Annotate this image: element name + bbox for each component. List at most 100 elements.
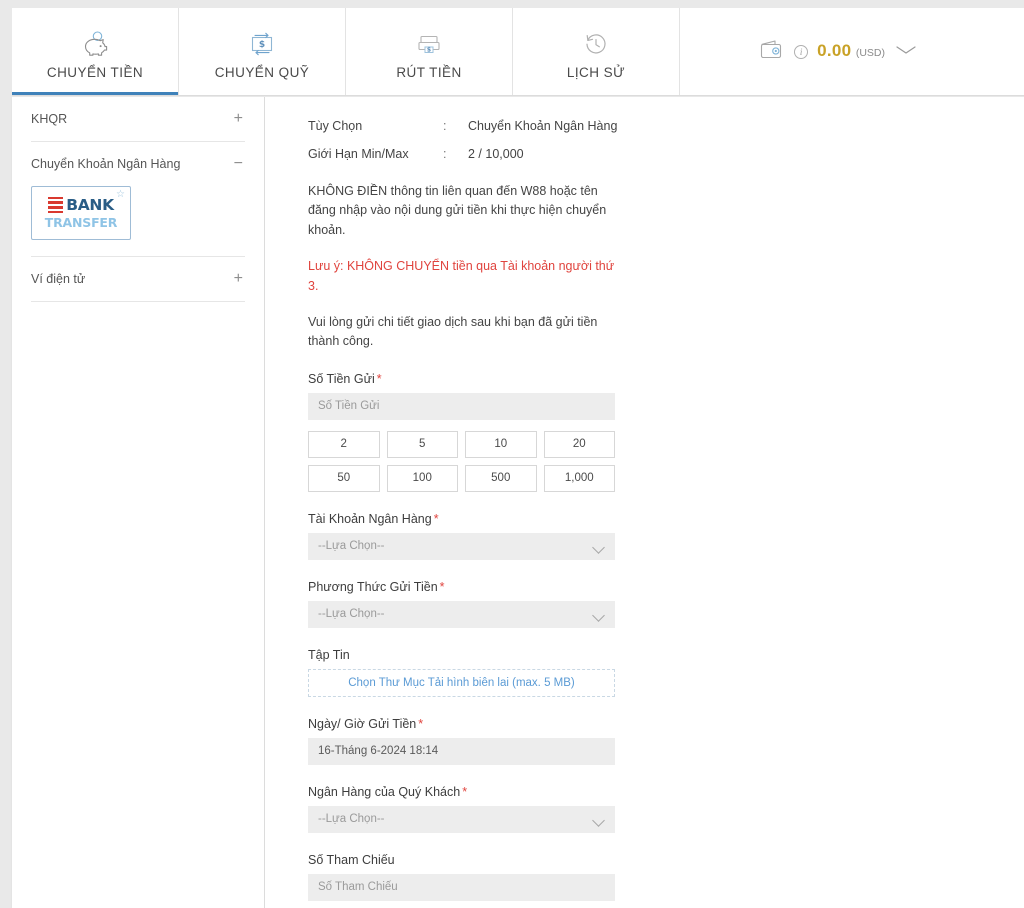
sidebar-item-khqr[interactable]: KHQR + (31, 97, 245, 141)
select-value: --Lựa Chọn-- (318, 608, 385, 621)
label-text: Phương Thức Gửi Tiền (308, 579, 438, 594)
field-bank-account: Tài Khoản Ngân Hàng * --Lựa Chọn-- (308, 512, 1024, 560)
field-reference-number: Số Tham Chiếu Số Tham Chiếu (308, 853, 1024, 901)
quick-amount-button[interactable]: 50 (308, 464, 380, 492)
balance-display: 0.00 (USD) (817, 42, 885, 61)
app-root: CHUYỂN TIỀN $ CHUYỂN QUỸ $ RÚT TIỀN LỊCH… (0, 0, 1024, 908)
field-customer-bank: Ngân Hàng của Quý Khách * --Lựa Chọn-- (308, 785, 1024, 833)
bank-account-select[interactable]: --Lựa Chọn-- (308, 532, 615, 560)
warning-text: Lưu ý: KHÔNG CHUYỂN tiền qua Tài khoản n… (308, 259, 615, 293)
chevron-down-icon (594, 611, 605, 617)
file-upload-button[interactable]: Chọn Thư Mục Tải hình biên lai (max. 5 M… (308, 668, 615, 697)
field-deposit-amount: Số Tiền Gửi * Số Tiền Gửi 2 5 10 20 50 10… (308, 372, 1024, 492)
atm-withdraw-icon: $ (415, 27, 443, 61)
content-panel: KHQR + Chuyển Khoản Ngân Hàng − ☆ BANK T… (12, 97, 1024, 908)
minus-icon[interactable]: − (234, 156, 245, 172)
bank-logo-top-row: BANK (48, 196, 114, 214)
deposit-amount-input[interactable]: Số Tiền Gửi (308, 392, 615, 420)
top-navigation-bar: CHUYỂN TIỀN $ CHUYỂN QUỸ $ RÚT TIỀN LỊCH… (12, 8, 1024, 96)
customer-bank-select[interactable]: --Lựa Chọn-- (308, 805, 615, 833)
note-text: Vui lòng gửi chi tiết giao dịch sau khi … (308, 314, 598, 349)
label-text: Số Tiền Gửi (308, 371, 375, 386)
deposit-datetime-input[interactable]: 16-Tháng 6-2024 18:14 (308, 737, 615, 765)
select-value: --Lựa Chọn-- (318, 813, 385, 826)
required-marker: * (462, 784, 468, 799)
transfer-funds-icon: $ (248, 27, 276, 61)
quick-amount-button[interactable]: 5 (386, 430, 458, 458)
field-label: Số Tham Chiếu (308, 853, 1024, 867)
field-label: Ngân Hàng của Quý Khách * (308, 785, 1024, 799)
required-marker: * (433, 511, 439, 526)
sidebar-item-label: Chuyển Khoản Ngân Hàng (31, 157, 181, 171)
tab-label: RÚT TIỀN (396, 65, 462, 80)
required-marker: * (376, 371, 382, 386)
label-text: Ngân Hàng của Quý Khách (308, 784, 461, 799)
bank-logo-transfer-text: TRANSFER (44, 215, 118, 230)
sidebar-group-ewallet: Ví điện tử + (31, 257, 245, 302)
notice-text: KHÔNG ĐIỀN thông tin liên quan đến W88 h… (308, 184, 607, 237)
quick-amount-button[interactable]: 10 (465, 430, 537, 458)
payment-methods-sidebar: KHQR + Chuyển Khoản Ngân Hàng − ☆ BANK T… (12, 97, 265, 908)
svg-text:$: $ (427, 46, 431, 53)
star-icon: ☆ (116, 189, 125, 200)
label-text: Ngày/ Giờ Gửi Tiền (308, 716, 417, 731)
sidebar-item-ewallet[interactable]: Ví điện tử + (31, 257, 245, 301)
label-text: Tập Tin (308, 647, 350, 662)
reference-number-input[interactable]: Số Tham Chiếu (308, 873, 615, 901)
quick-amount-button[interactable]: 2 (308, 430, 380, 458)
history-clock-icon (582, 27, 610, 61)
sidebar-item-bank-transfer[interactable]: Chuyển Khoản Ngân Hàng − (31, 142, 245, 186)
deposit-method-select[interactable]: --Lựa Chọn-- (308, 600, 615, 628)
label-text: Số Tham Chiếu (308, 852, 395, 867)
info-icon[interactable]: i (794, 44, 809, 59)
info-key: Tùy Chọn (308, 119, 363, 133)
chevron-down-icon[interactable] (894, 43, 918, 61)
tab-rut-tien[interactable]: $ RÚT TIỀN (346, 8, 513, 95)
info-colon: : (443, 147, 447, 161)
tab-chuyen-tien[interactable]: CHUYỂN TIỀN (12, 8, 179, 95)
select-value: --Lựa Chọn-- (318, 540, 385, 553)
info-row-limit: Giới Hạn Min/Max : 2 / 10,000 (308, 147, 1024, 161)
info-key: Giới Hạn Min/Max (308, 147, 409, 161)
tab-chuyen-quy[interactable]: $ CHUYỂN QUỸ (179, 8, 346, 95)
field-deposit-datetime: Ngày/ Giờ Gửi Tiền * 16-Tháng 6-2024 18:1… (308, 717, 1024, 765)
field-label: Số Tiền Gửi * (308, 372, 1024, 386)
tab-label: LỊCH SỬ (566, 65, 626, 80)
info-value: 2 / 10,000 (468, 147, 524, 161)
field-label: Phương Thức Gửi Tiền * (308, 580, 1024, 594)
quick-amount-button[interactable]: 1,000 (543, 464, 615, 492)
bank-logo-bank-text: BANK (66, 196, 114, 214)
tab-lich-su[interactable]: LỊCH SỬ (513, 8, 680, 95)
tab-label: CHUYỂN QUỸ (214, 65, 310, 80)
svg-text:$: $ (259, 40, 265, 50)
quick-amount-button[interactable]: 20 (543, 430, 615, 458)
sidebar-item-label: Ví điện tử (31, 272, 86, 286)
field-file-upload: Tập Tin Chọn Thư Mục Tải hình biên lai (… (308, 648, 1024, 697)
plus-icon[interactable]: + (234, 271, 245, 287)
quick-amount-button[interactable]: 100 (386, 464, 458, 492)
wallet-balance-area[interactable]: i 0.00 (USD) (759, 8, 1024, 95)
info-row-option: Tùy Chọn : Chuyển Khoản Ngân Hàng (308, 119, 1024, 133)
piggy-bank-icon (80, 27, 110, 61)
field-label: Tài Khoản Ngân Hàng * (308, 512, 1024, 526)
quick-amount-button[interactable]: 500 (465, 464, 537, 492)
label-text: Tài Khoản Ngân Hàng (308, 511, 432, 526)
balance-amount: 0.00 (817, 41, 852, 61)
tab-label: CHUYỂN TIỀN (46, 65, 144, 80)
required-marker: * (439, 579, 445, 594)
chevron-down-icon (594, 816, 605, 822)
balance-currency: (USD) (855, 47, 885, 60)
quick-amount-grid: 2 5 10 20 50 100 500 1,000 (308, 430, 615, 492)
sidebar-group-khqr: KHQR + (31, 97, 245, 142)
chevron-down-icon (594, 543, 605, 549)
field-label: Tập Tin (308, 648, 1024, 662)
field-deposit-method: Phương Thức Gửi Tiền * --Lựa Chọn-- (308, 580, 1024, 628)
bank-transfer-option[interactable]: ☆ BANK TRANSFER (31, 186, 131, 240)
sidebar-bank-options: ☆ BANK TRANSFER (31, 186, 245, 256)
field-label: Ngày/ Giờ Gửi Tiền * (308, 717, 1024, 731)
deposit-form: Tùy Chọn : Chuyển Khoản Ngân Hàng Giới H… (265, 97, 1024, 908)
info-value: Chuyển Khoản Ngân Hàng (468, 119, 618, 133)
plus-icon[interactable]: + (234, 111, 245, 127)
required-marker: * (418, 716, 424, 731)
